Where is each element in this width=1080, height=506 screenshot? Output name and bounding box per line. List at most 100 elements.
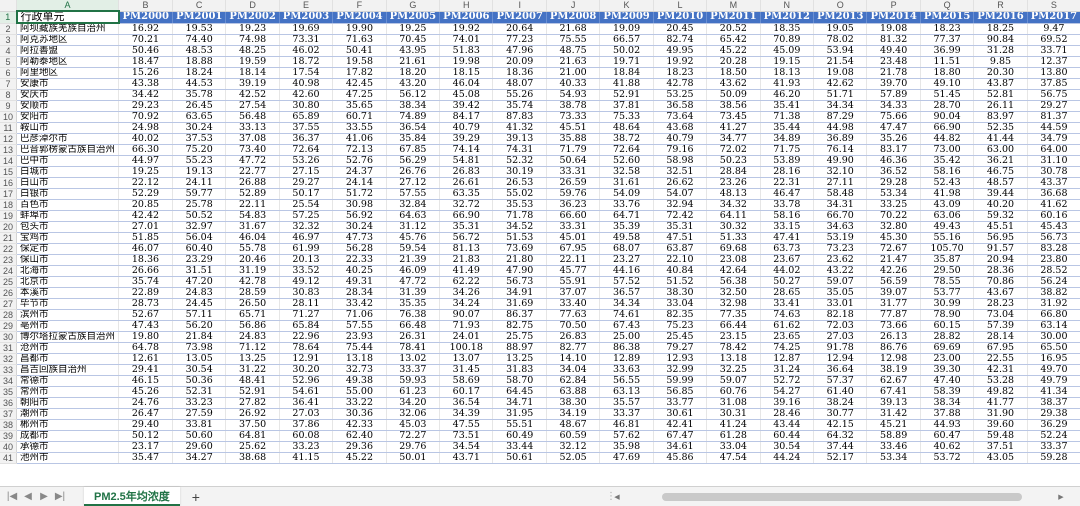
value-cell[interactable]: 32.06 <box>386 408 441 420</box>
value-cell[interactable]: 29.60 <box>172 441 227 453</box>
value-cell[interactable]: 57.39 <box>973 320 1028 332</box>
value-cell[interactable]: 31.77 <box>866 298 921 310</box>
value-cell[interactable]: 26.88 <box>225 177 280 189</box>
region-name-cell[interactable]: 白山市 <box>16 177 120 189</box>
value-cell[interactable]: 67.95 <box>546 243 601 255</box>
value-cell[interactable]: 38.37 <box>1027 397 1080 409</box>
header-cell[interactable]: PM2005 <box>386 11 441 24</box>
value-cell[interactable]: 64.81 <box>225 430 280 442</box>
horizontal-scrollbar[interactable]: ◀ ▶ <box>612 492 1066 502</box>
value-cell[interactable]: 25.54 <box>279 199 334 211</box>
value-cell[interactable]: 53.77 <box>920 287 975 299</box>
value-cell[interactable]: 78.55 <box>920 276 975 288</box>
value-cell[interactable]: 60.47 <box>920 430 975 442</box>
value-cell[interactable]: 50.12 <box>118 430 173 442</box>
value-cell[interactable]: 63.14 <box>1027 320 1080 332</box>
value-cell[interactable]: 28.73 <box>118 298 173 310</box>
value-cell[interactable]: 70.89 <box>760 34 815 46</box>
row-number[interactable]: 8 <box>0 89 18 101</box>
value-cell[interactable]: 29.28 <box>866 177 921 189</box>
value-cell[interactable]: 36.37 <box>279 133 334 145</box>
region-name-cell[interactable]: 池州市 <box>16 452 120 464</box>
value-cell[interactable]: 53.72 <box>920 452 975 464</box>
value-cell[interactable]: 84.17 <box>439 111 494 123</box>
value-cell[interactable]: 73.64 <box>653 111 708 123</box>
header-cell[interactable]: PM2012 <box>760 11 815 24</box>
row-number[interactable]: 34 <box>0 375 18 387</box>
value-cell[interactable]: 26.62 <box>653 177 708 189</box>
value-cell[interactable]: 22.11 <box>225 199 280 211</box>
value-cell[interactable]: 58.89 <box>866 430 921 442</box>
value-cell[interactable]: 20.45 <box>653 23 708 35</box>
value-cell[interactable]: 33.71 <box>1027 45 1080 57</box>
value-cell[interactable]: 74.98 <box>225 34 280 46</box>
value-cell[interactable]: 57.52 <box>599 276 654 288</box>
value-cell[interactable]: 21.83 <box>439 254 494 266</box>
value-cell[interactable]: 31.51 <box>172 265 227 277</box>
value-cell[interactable]: 43.44 <box>760 419 815 431</box>
row-number[interactable]: 31 <box>0 342 18 354</box>
value-cell[interactable]: 33.22 <box>332 397 387 409</box>
value-cell[interactable]: 19.13 <box>172 166 227 178</box>
value-cell[interactable]: 38.82 <box>1027 287 1080 299</box>
value-cell[interactable]: 50.60 <box>172 430 227 442</box>
value-cell[interactable]: 30.20 <box>279 364 334 376</box>
value-cell[interactable]: 47.69 <box>599 452 654 464</box>
value-cell[interactable]: 47.47 <box>866 122 921 134</box>
region-name-cell[interactable]: 亳州市 <box>16 320 120 332</box>
value-cell[interactable]: 35.84 <box>386 133 441 145</box>
value-cell[interactable]: 19.98 <box>439 56 494 68</box>
value-cell[interactable]: 23.93 <box>332 331 387 343</box>
value-cell[interactable]: 34.33 <box>866 100 921 112</box>
value-cell[interactable]: 44.98 <box>813 122 868 134</box>
value-cell[interactable]: 54.27 <box>760 386 815 398</box>
value-cell[interactable]: 44.97 <box>118 155 173 167</box>
value-cell[interactable]: 21.84 <box>172 331 227 343</box>
value-cell[interactable]: 23.08 <box>706 254 761 266</box>
value-cell[interactable]: 37.88 <box>920 408 975 420</box>
value-cell[interactable]: 66.44 <box>706 320 761 332</box>
value-cell[interactable]: 56.28 <box>332 243 387 255</box>
value-cell[interactable]: 66.70 <box>813 210 868 222</box>
value-cell[interactable]: 34.52 <box>492 221 547 233</box>
value-cell[interactable]: 25.00 <box>599 331 654 343</box>
scroll-track[interactable] <box>622 493 1056 501</box>
value-cell[interactable]: 18.20 <box>386 67 441 79</box>
value-cell[interactable]: 56.38 <box>706 276 761 288</box>
value-cell[interactable]: 31.19 <box>225 265 280 277</box>
value-cell[interactable]: 39.42 <box>439 100 494 112</box>
value-cell[interactable]: 16.95 <box>1027 353 1080 365</box>
value-cell[interactable]: 61.62 <box>760 320 815 332</box>
value-cell[interactable]: 42.52 <box>225 89 280 101</box>
column-header[interactable]: O <box>813 0 868 12</box>
value-cell[interactable]: 18.36 <box>118 254 173 266</box>
value-cell[interactable]: 53.89 <box>760 155 815 167</box>
value-cell[interactable]: 24.45 <box>172 298 227 310</box>
value-cell[interactable]: 57.55 <box>332 320 387 332</box>
value-cell[interactable]: 57.37 <box>813 375 868 387</box>
region-name-cell[interactable]: 滨州市 <box>16 309 120 321</box>
value-cell[interactable]: 35.42 <box>920 155 975 167</box>
value-cell[interactable]: 20.28 <box>706 56 761 68</box>
value-cell[interactable]: 71.75 <box>760 144 815 156</box>
value-cell[interactable]: 12.61 <box>118 353 173 365</box>
value-cell[interactable]: 79.27 <box>653 342 708 354</box>
value-cell[interactable]: 29.23 <box>118 100 173 112</box>
value-cell[interactable]: 63.73 <box>760 243 815 255</box>
value-cell[interactable]: 20.30 <box>973 67 1028 79</box>
value-cell[interactable]: 48.64 <box>599 122 654 134</box>
value-cell[interactable]: 12.91 <box>279 353 334 365</box>
value-cell[interactable]: 43.09 <box>920 199 975 211</box>
value-cell[interactable]: 49.79 <box>1027 375 1080 387</box>
row-number[interactable]: 9 <box>0 100 18 112</box>
value-cell[interactable]: 27.03 <box>813 331 868 343</box>
value-cell[interactable]: 21.78 <box>866 67 921 79</box>
value-cell[interactable]: 12.93 <box>653 353 708 365</box>
value-cell[interactable]: 34.77 <box>706 133 761 145</box>
value-cell[interactable]: 56.12 <box>386 89 441 101</box>
value-cell[interactable]: 70.50 <box>546 320 601 332</box>
value-cell[interactable]: 41.32 <box>492 122 547 134</box>
value-cell[interactable]: 13.07 <box>439 353 494 365</box>
value-cell[interactable]: 50.36 <box>172 375 227 387</box>
value-cell[interactable]: 23.67 <box>760 254 815 266</box>
